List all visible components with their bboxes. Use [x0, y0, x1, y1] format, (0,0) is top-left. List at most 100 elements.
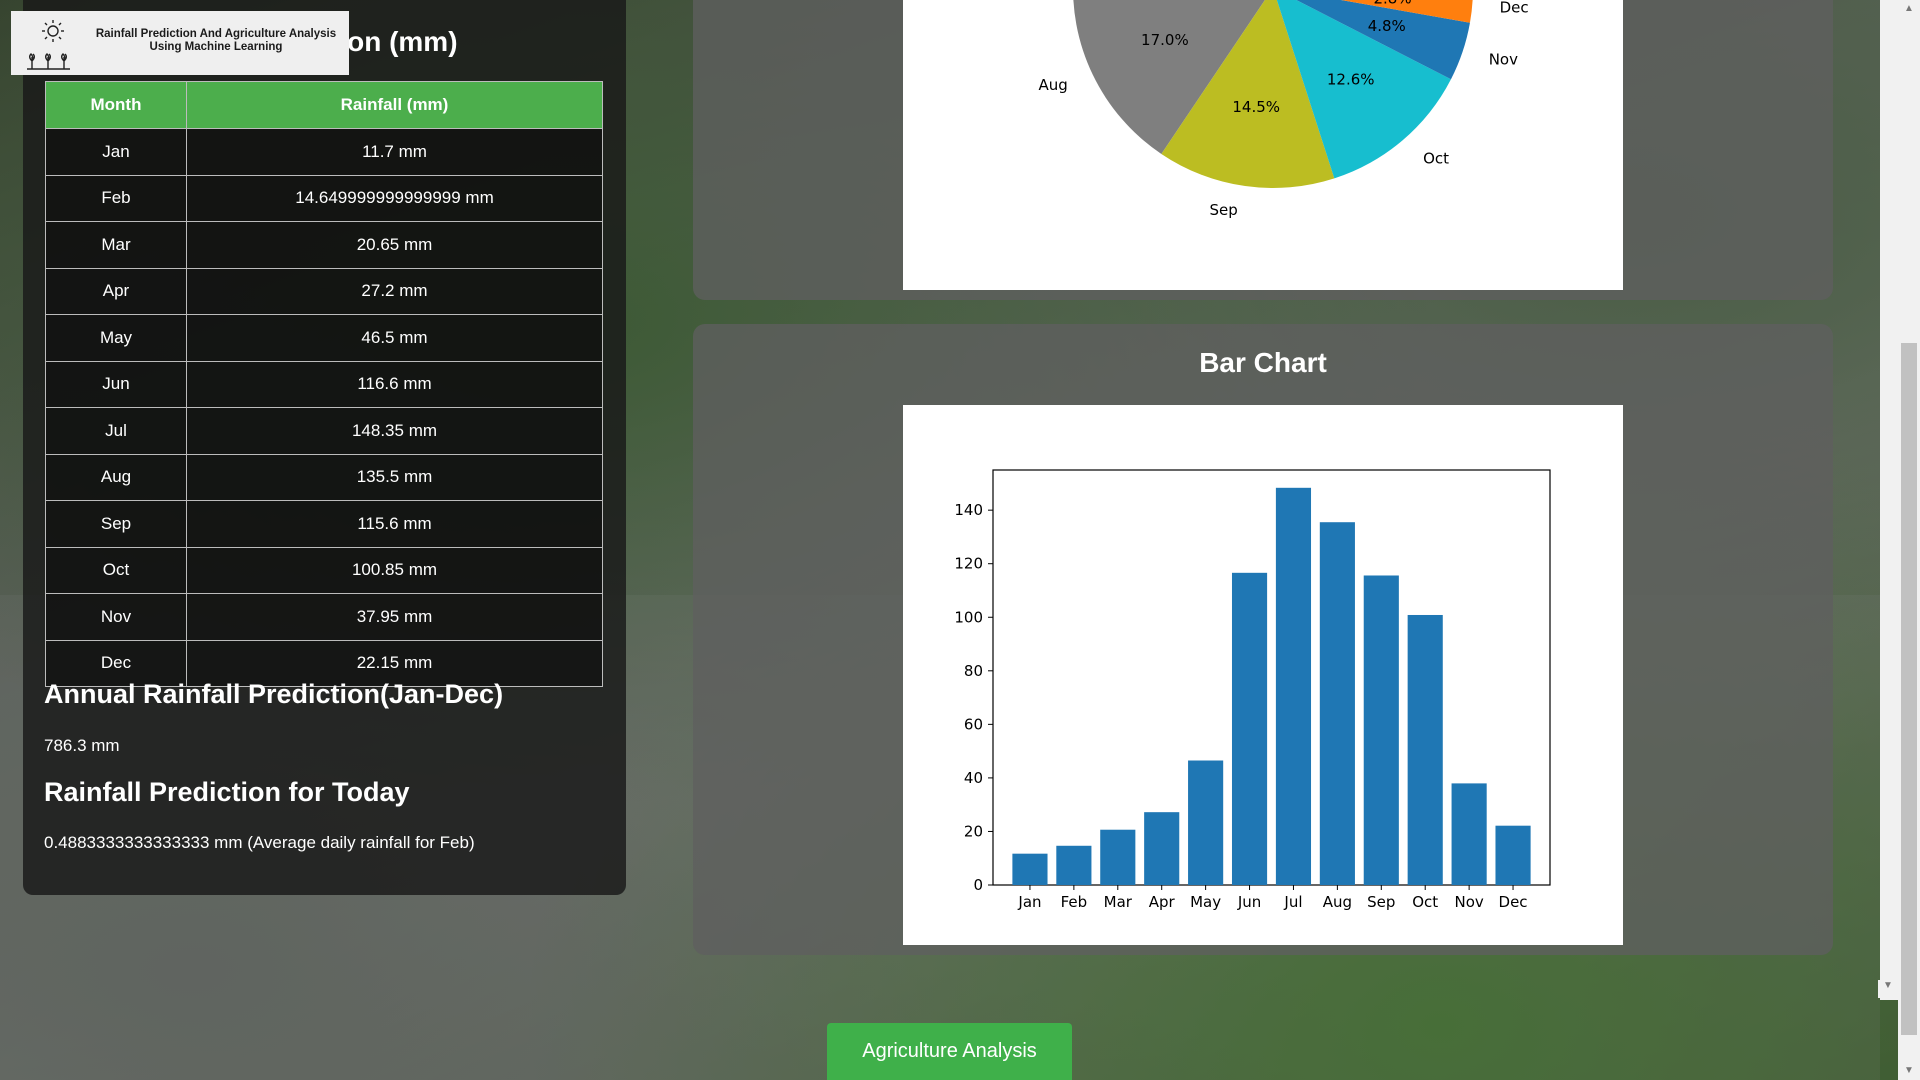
table-row: Aug 135.5 mm	[45, 453, 603, 501]
annual-prediction-heading: Annual Rainfall Prediction(Jan-Dec)	[44, 679, 504, 709]
month-cell: Aug	[45, 453, 187, 501]
y-tick-label: 120	[954, 555, 983, 573]
month-cell: Apr	[45, 267, 187, 315]
y-tick-label: 100	[954, 608, 983, 626]
bar-jan	[1012, 853, 1048, 885]
y-tick-label: 80	[964, 662, 983, 680]
logo-line-2: Using Machine Learning	[149, 41, 283, 53]
bar-feb	[1056, 845, 1092, 885]
month-cell: Mar	[45, 221, 187, 269]
rainfall-cell: 148.35 mm	[186, 407, 603, 455]
y-tick-label: 40	[964, 769, 983, 787]
table-row: Mar 20.65 mm	[45, 221, 603, 269]
y-tick-label: 20	[964, 822, 983, 840]
scroll-down-arrow[interactable]: ▼	[1898, 1062, 1920, 1080]
pie-label: Aug	[1039, 76, 1068, 94]
bar-jun	[1231, 572, 1268, 885]
scroll-up-arrow[interactable]: ▲	[1898, 0, 1920, 18]
rainfall-cell: 100.85 mm	[186, 546, 603, 594]
month-cell: Nov	[45, 593, 187, 641]
month-cell: Jun	[45, 360, 187, 408]
today-prediction-value: 0.4883333333333333 mm (Average daily rai…	[44, 833, 475, 852]
pie-chart: Jan1.5%Aug17.0%Sep14.5%Oct12.6%Nov4.8%De…	[1039, 0, 1529, 219]
table-row: Nov 37.95 mm	[45, 593, 603, 641]
pie-percent-label: 12.6%	[1327, 70, 1375, 88]
x-tick-label: Oct	[1412, 893, 1438, 911]
x-tick-label: Mar	[1104, 893, 1133, 911]
table-row: Feb 14.649999999999999 mm	[45, 174, 603, 222]
month-cell: Oct	[45, 546, 187, 594]
pie-label: Sep	[1210, 201, 1238, 219]
table-row: Oct 100.85 mm	[45, 546, 603, 594]
table-row: Jan 11.7 mm	[45, 128, 603, 176]
rainfall-cell: 11.7 mm	[186, 128, 603, 176]
y-tick-label: 140	[954, 501, 983, 519]
x-tick-label: Jun	[1237, 893, 1261, 911]
x-tick-label: Feb	[1061, 893, 1088, 911]
pie-percent-label: 4.8%	[1368, 17, 1406, 35]
x-tick-label: Apr	[1149, 893, 1176, 911]
pie-percent-label: 2.8%	[1373, 0, 1411, 7]
month-cell: Feb	[45, 174, 187, 222]
pie-label: Oct	[1423, 150, 1449, 168]
rainfall-cell: 46.5 mm	[186, 314, 603, 362]
x-tick-label: Nov	[1454, 893, 1483, 911]
x-tick-label: Jul	[1283, 893, 1302, 911]
bar-sep	[1363, 575, 1399, 885]
app-logo[interactable]: Rainfall Prediction And Agriculture Anal…	[11, 11, 349, 75]
bar-nov	[1451, 783, 1487, 885]
table-body: Jan 11.7 mm Feb 14.649999999999999 mm Mar 20.…	[45, 128, 603, 687]
bar-chart-title: Bar Chart	[1199, 347, 1327, 378]
bar-aug	[1319, 522, 1355, 885]
table-header-row: Month Rainfall (mm)	[45, 81, 603, 129]
pie-chart-image: Jan1.5%Aug17.0%Sep14.5%Oct12.6%Nov4.8%De…	[903, 0, 1623, 290]
logo-line-1: Rainfall Prediction And Agriculture Anal…	[95, 28, 337, 40]
rainfall-cell: 135.5 mm	[186, 453, 603, 501]
rainfall-cell: 37.95 mm	[186, 593, 603, 641]
bar-oct	[1407, 614, 1443, 885]
monthly-rainfall-table: Month Rainfall (mm) Jan 11.7 mm Feb 14.6499…	[45, 81, 603, 687]
pie-percent-label: 17.0%	[1141, 31, 1189, 49]
x-tick-label: Jan	[1017, 893, 1041, 911]
bar-jul	[1275, 487, 1312, 885]
column-header-month: Month	[45, 81, 187, 129]
bar-dec	[1495, 825, 1531, 885]
month-cell: Jul	[45, 407, 187, 455]
rainfall-cell: 27.2 mm	[186, 267, 603, 315]
table-row: Apr 27.2 mm	[45, 267, 603, 315]
table-row: Jul 148.35 mm	[45, 407, 603, 455]
month-cell: May	[45, 314, 187, 362]
table-row: Sep 115.6 mm	[45, 500, 603, 548]
inner-scroll-down-arrow[interactable]: ▼	[1878, 980, 1898, 998]
y-tick-label: 0	[973, 876, 983, 894]
bar-chart: 0 20 40 60 80 100 120 140 Jan Feb Mar Apr May Jun Jul A…	[954, 469, 1551, 911]
x-tick-label: Dec	[1499, 893, 1528, 911]
rainfall-cell: 20.65 mm	[186, 221, 603, 269]
month-cell: Jan	[45, 128, 187, 176]
today-prediction-heading: Rainfall Prediction for Today	[44, 777, 410, 807]
pie-label: Nov	[1489, 50, 1518, 68]
agriculture-analysis-button[interactable]: Agriculture Analysis	[827, 1023, 1072, 1080]
bar-apr	[1144, 812, 1180, 885]
rainfall-cell: 14.649999999999999 mm	[186, 174, 603, 222]
bar-chart-image: 0 20 40 60 80 100 120 140 Jan Feb Mar Apr May Jun Jul A…	[903, 405, 1623, 945]
sun-plants-icon	[27, 20, 70, 70]
inner-scrollbar-track[interactable]	[1880, 0, 1898, 1000]
table-row: May 46.5 mm	[45, 314, 603, 362]
month-cell: Sep	[45, 500, 187, 548]
pie-percent-label: 14.5%	[1232, 98, 1280, 116]
pie-label: Dec	[1500, 0, 1529, 17]
y-tick-label: 60	[964, 715, 983, 733]
bar-may	[1188, 760, 1224, 885]
column-header-rainfall: Rainfall (mm)	[186, 81, 603, 129]
rainfall-cell: 116.6 mm	[186, 360, 603, 408]
x-tick-label: May	[1190, 893, 1221, 911]
x-tick-label: Sep	[1367, 893, 1395, 911]
table-row: Jun 116.6 mm	[45, 360, 603, 408]
bar-mar	[1100, 829, 1136, 885]
x-tick-label: Aug	[1323, 893, 1352, 911]
logo-text: Rainfall Prediction And Agriculture Anal…	[81, 28, 351, 54]
page-scrollbar-thumb[interactable]	[1901, 343, 1917, 1035]
rainfall-cell: 115.6 mm	[186, 500, 603, 548]
annual-prediction-value: 786.3 mm	[44, 736, 120, 755]
